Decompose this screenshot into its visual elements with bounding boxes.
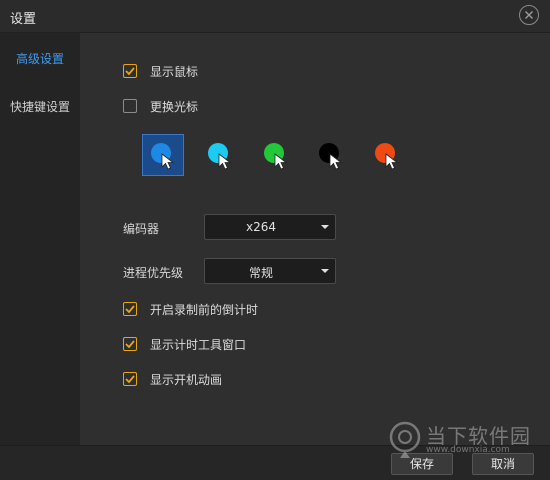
- cursor-black-icon: [319, 143, 343, 170]
- show-mouse-checkbox[interactable]: [123, 64, 137, 78]
- show-mouse-option[interactable]: 显示鼠标: [123, 62, 198, 80]
- encoder-label: 编码器: [123, 222, 160, 236]
- cursor-green-icon: [264, 143, 288, 170]
- countdown-checkbox[interactable]: [123, 302, 137, 316]
- cursor-orange-icon: [375, 143, 399, 170]
- priority-value: 常规: [248, 266, 273, 280]
- cursor-option-blue[interactable]: [142, 134, 184, 176]
- checkmark-icon: [125, 67, 135, 75]
- priority-dropdown[interactable]: 常规: [204, 258, 336, 284]
- chevron-down-icon: [321, 269, 329, 273]
- toolbar-window-label: 显示计时工具窗口: [150, 337, 247, 352]
- boot-animation-label: 显示开机动画: [150, 372, 223, 387]
- window-title: 设置: [10, 12, 37, 27]
- cursor-cyan-icon: [208, 143, 232, 170]
- close-icon: [525, 11, 533, 19]
- close-button[interactable]: [519, 5, 539, 25]
- save-button[interactable]: 保存: [391, 453, 453, 475]
- boot-animation-checkbox[interactable]: [123, 372, 137, 386]
- title-bar: 设置: [0, 0, 550, 33]
- checkmark-icon: [125, 305, 135, 313]
- countdown-option[interactable]: 开启录制前的倒计时: [123, 300, 258, 318]
- encoder-dropdown[interactable]: x264: [204, 214, 336, 240]
- checkmark-icon: [125, 340, 135, 348]
- countdown-label: 开启录制前的倒计时: [150, 302, 259, 317]
- change-cursor-checkbox[interactable]: [123, 99, 137, 113]
- encoder-value: x264: [245, 220, 276, 234]
- chevron-down-icon: [321, 225, 329, 229]
- cursor-option-orange[interactable]: [366, 134, 408, 176]
- cursor-option-green[interactable]: [255, 134, 297, 176]
- cancel-button[interactable]: 取消: [472, 453, 534, 475]
- checkmark-icon: [125, 375, 135, 383]
- settings-panel: 显示鼠标 更换光标 编码器 x264 进程优先级 常规 开启录制前的倒计时 显示…: [80, 33, 550, 445]
- sidebar-item-advanced[interactable]: 高级设置: [0, 45, 80, 73]
- sidebar-item-hotkeys[interactable]: 快捷键设置: [0, 93, 80, 121]
- cursor-option-black[interactable]: [310, 134, 352, 176]
- sidebar: 高级设置 快捷键设置: [0, 33, 80, 445]
- change-cursor-label: 更换光标: [150, 99, 199, 114]
- footer-bar: 保存 取消: [0, 445, 550, 480]
- toolbar-window-option[interactable]: 显示计时工具窗口: [123, 335, 246, 353]
- priority-label: 进程优先级: [123, 266, 184, 280]
- cursor-option-cyan[interactable]: [199, 134, 241, 176]
- toolbar-window-checkbox[interactable]: [123, 337, 137, 351]
- boot-animation-option[interactable]: 显示开机动画: [123, 370, 222, 388]
- show-mouse-label: 显示鼠标: [150, 64, 199, 79]
- change-cursor-option[interactable]: 更换光标: [123, 97, 198, 115]
- cursor-blue-icon: [151, 143, 175, 170]
